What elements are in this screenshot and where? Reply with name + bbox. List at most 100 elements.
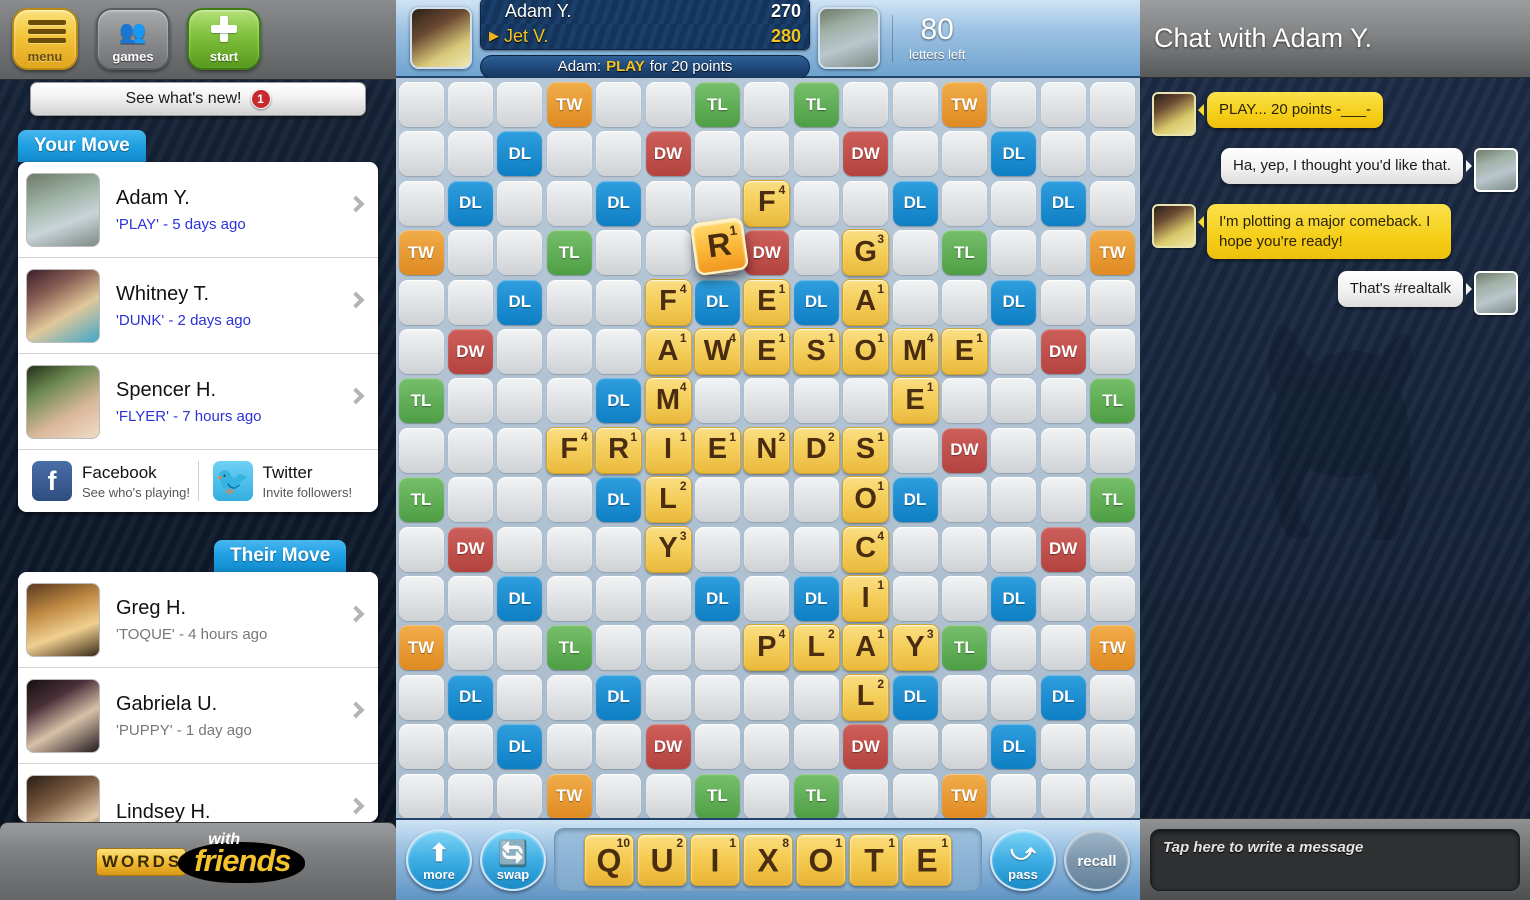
board-cell-bonus-dl[interactable]: DL [1040,674,1086,720]
board-cell-empty[interactable] [1090,724,1136,770]
board-cell-empty[interactable] [447,477,493,523]
board-cell-empty[interactable] [991,773,1037,819]
board-cell-empty[interactable] [892,773,938,819]
board-cell-empty[interactable] [645,674,691,720]
board-cell-empty[interactable] [694,131,740,177]
board-cell-empty[interactable] [744,82,790,127]
board-cell-empty[interactable] [1090,329,1136,374]
board-cell-empty[interactable] [694,674,740,720]
board-cell-empty[interactable] [793,131,839,177]
board-cell-empty[interactable] [694,724,740,770]
board-cell-empty[interactable] [447,82,493,127]
board-tile[interactable]: R1 [595,426,643,474]
board-cell-empty[interactable] [694,625,740,671]
board-cell-bonus-tl[interactable]: TL [793,82,839,127]
board-cell-bonus-dl[interactable]: DL [991,131,1037,177]
board-cell-bonus-dl[interactable]: DL [596,477,642,523]
board-cell-empty[interactable] [1090,773,1136,819]
board-cell-empty[interactable] [1040,378,1086,424]
board-cell-empty[interactable] [645,625,691,671]
board-tile[interactable]: A1 [644,328,692,375]
board-cell-empty[interactable] [546,477,592,523]
board-cell-empty[interactable] [497,427,543,473]
board-cell-empty[interactable] [1090,576,1136,621]
board-tile[interactable]: F4 [545,426,593,474]
board-cell-bonus-dl[interactable]: DL [497,724,543,770]
rack-tile[interactable]: T1 [849,834,899,886]
rack-tile[interactable]: I1 [690,834,740,886]
board-cell-empty[interactable] [941,724,987,770]
board-cell-bonus-dl[interactable]: DL [793,576,839,621]
board-tile[interactable]: W4 [693,328,741,375]
game-list-item[interactable]: Gabriela U. 'PUPPY' - 1 day ago [18,668,378,764]
board-cell-empty[interactable] [398,82,444,127]
board-tile[interactable]: M4 [644,377,692,425]
board-cell-empty[interactable] [497,773,543,819]
board-cell-empty[interactable] [694,378,740,424]
board-cell-empty[interactable] [744,477,790,523]
board-cell-empty[interactable] [793,230,839,276]
board-cell-empty[interactable] [1090,131,1136,177]
board-cell-bonus-dl[interactable]: DL [991,576,1037,621]
recall-button[interactable]: recall [1064,829,1130,891]
board-cell-empty[interactable] [793,477,839,523]
game-board[interactable]: TW TL TL TW DL DW DW DL DL DL DL DL TW TL DW TL TW DL DL DL… [396,78,1140,819]
dragging-tile[interactable]: R1 [689,216,750,277]
board-cell-bonus-tw[interactable]: TW [546,773,592,819]
board-cell-empty[interactable] [596,773,642,819]
board-cell-empty[interactable] [991,230,1037,276]
board-cell-bonus-tw[interactable]: TW [398,625,444,671]
board-cell-empty[interactable] [398,674,444,720]
game-list-item[interactable]: Adam Y. 'PLAY' - 5 days ago [18,162,378,258]
board-cell-empty[interactable] [892,82,938,127]
board-cell-empty[interactable] [793,526,839,572]
board-tile[interactable]: F4 [644,278,692,326]
board-cell-empty[interactable] [941,576,987,621]
board-cell-bonus-tl[interactable]: TL [694,773,740,819]
board-cell-empty[interactable] [447,724,493,770]
board-cell-empty[interactable] [546,329,592,374]
board-cell-bonus-dl[interactable]: DL [497,576,543,621]
board-cell-empty[interactable] [546,279,592,325]
board-cell-empty[interactable] [991,427,1037,473]
board-cell-bonus-dl[interactable]: DL [892,477,938,523]
board-cell-bonus-dw[interactable]: DW [744,230,790,276]
board-cell-empty[interactable] [744,773,790,819]
board-tile[interactable]: L2 [644,476,692,524]
board-cell-empty[interactable] [447,230,493,276]
board-cell-bonus-dl[interactable]: DL [447,674,493,720]
board-cell-empty[interactable] [991,526,1037,572]
board-cell-empty[interactable] [892,230,938,276]
board-cell-bonus-tl[interactable]: TL [1090,378,1136,424]
board-tile[interactable]: C4 [842,525,890,573]
board-cell-empty[interactable] [497,526,543,572]
board-tile[interactable]: O1 [842,328,890,375]
board-cell-empty[interactable] [447,427,493,473]
board-cell-empty[interactable] [596,329,642,374]
board-cell-empty[interactable] [546,131,592,177]
board-cell-empty[interactable] [941,674,987,720]
board-cell-bonus-dl[interactable]: DL [694,279,740,325]
board-cell-empty[interactable] [892,576,938,621]
board-cell-empty[interactable] [645,82,691,127]
board-cell-bonus-dw[interactable]: DW [1040,526,1086,572]
board-cell-bonus-dw[interactable]: DW [1040,329,1086,374]
board-cell-bonus-dw[interactable]: DW [645,724,691,770]
board-cell-empty[interactable] [991,625,1037,671]
board-cell-bonus-dl[interactable]: DL [497,279,543,325]
facebook-invite[interactable]: f Facebook See who's playing! [18,461,198,501]
board-cell-empty[interactable] [398,427,444,473]
board-cell-bonus-tl[interactable]: TL [398,378,444,424]
board-cell-empty[interactable] [892,279,938,325]
board-cell-empty[interactable] [941,131,987,177]
rack-tile[interactable]: E1 [902,834,952,886]
board-cell-bonus-tw[interactable]: TW [1090,230,1136,276]
start-button[interactable]: start [187,8,261,70]
board-cell-bonus-tw[interactable]: TW [1090,625,1136,671]
board-cell-empty[interactable] [645,576,691,621]
board-cell-empty[interactable] [596,625,642,671]
twitter-invite[interactable]: 🐦 Twitter Invite followers! [197,461,379,501]
board-cell-bonus-dl[interactable]: DL [596,180,642,226]
board-cell-empty[interactable] [991,674,1037,720]
board-cell-empty[interactable] [497,625,543,671]
